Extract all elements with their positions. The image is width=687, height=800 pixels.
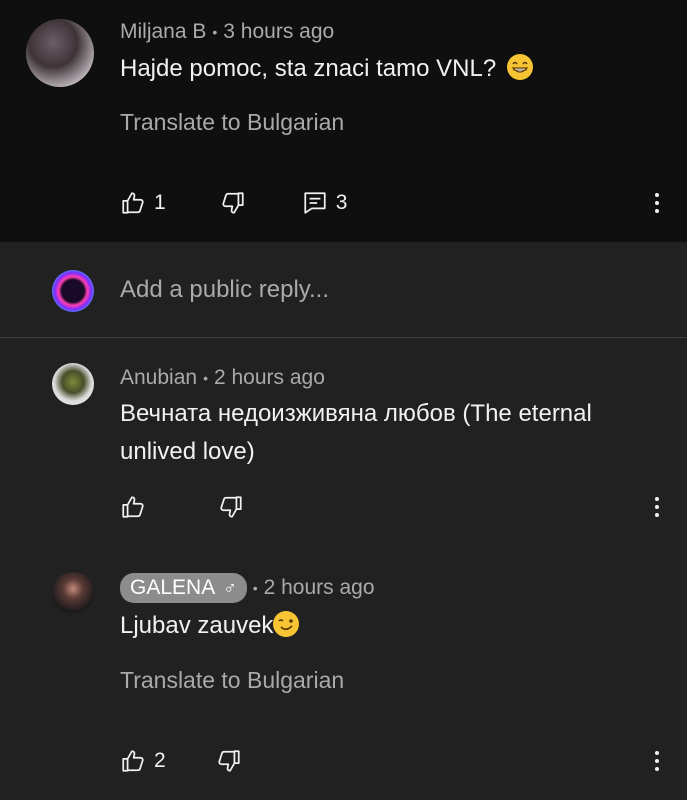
comment-actions: 1 3	[120, 188, 347, 218]
translate-link[interactable]: Translate to Bulgarian	[120, 667, 344, 694]
like-count: 1	[154, 191, 166, 214]
thumb-down-icon	[222, 192, 244, 214]
dislike-button[interactable]	[216, 748, 242, 774]
comment-body-line: unlived love)	[120, 438, 255, 465]
more-vert-icon[interactable]	[647, 746, 667, 776]
user-avatar[interactable]	[52, 270, 94, 312]
more-vert-icon[interactable]	[647, 492, 667, 522]
thumb-up-icon	[122, 750, 144, 772]
comment-body: Ljubav zauvek	[120, 612, 274, 639]
like-button[interactable]	[120, 494, 146, 520]
reply-bar: Add a public reply...	[0, 242, 687, 338]
comment-actions	[120, 492, 244, 522]
avatar[interactable]	[52, 572, 94, 614]
reply-count: 3	[335, 191, 348, 214]
creator-badge[interactable]: GALENA ♂	[120, 573, 247, 603]
avatar[interactable]	[52, 363, 94, 405]
comment-meta: GALENA ♂ • 2 hours ago	[120, 573, 375, 603]
thumb-down-icon	[220, 496, 242, 518]
thumb-down-icon	[218, 750, 240, 772]
like-count: 2	[154, 749, 166, 772]
replies-button[interactable]: 3	[302, 190, 348, 216]
comment-thread: Miljana B • 3 hours ago Hajde pomoc, sta…	[0, 0, 687, 800]
comment-actions: 2	[120, 746, 242, 776]
reply-input[interactable]: Add a public reply...	[120, 276, 329, 304]
timestamp[interactable]: 2 hours ago	[264, 576, 375, 600]
avatar[interactable]	[26, 19, 94, 87]
dislike-button[interactable]	[220, 190, 246, 216]
comment-text: Hajde pomoc, sta znaci tamo VNL?	[120, 50, 533, 88]
timestamp[interactable]: 2 hours ago	[214, 366, 325, 390]
separator-dot: •	[252, 580, 258, 596]
parent-comment: Miljana B • 3 hours ago Hajde pomoc, sta…	[0, 0, 687, 242]
grin-emoji-icon	[506, 54, 533, 80]
author-name[interactable]: Miljana B	[120, 20, 206, 44]
author-name[interactable]: Anubian	[120, 366, 197, 390]
music-note-icon: ♂	[223, 577, 237, 598]
comment-meta: Anubian • 2 hours ago	[120, 366, 325, 390]
separator-dot: •	[212, 24, 218, 40]
more-vert-icon[interactable]	[647, 188, 667, 218]
comment-meta: Miljana B • 3 hours ago	[120, 20, 334, 44]
wink-emoji-icon	[273, 611, 300, 637]
comment-text: Ljubav zauvek	[120, 607, 300, 645]
timestamp[interactable]: 3 hours ago	[223, 20, 334, 44]
thumb-up-icon	[122, 192, 144, 214]
translate-link[interactable]: Translate to Bulgarian	[120, 109, 344, 136]
like-button[interactable]: 1	[120, 190, 166, 216]
separator-dot: •	[203, 370, 208, 386]
like-button[interactable]: 2	[120, 748, 166, 774]
comment-body-line: Вечната недоизживяна любов (The eternal	[120, 400, 592, 427]
comment-body: Hajde pomoc, sta znaci tamo VNL?	[120, 55, 497, 82]
thumb-up-icon	[122, 496, 144, 518]
comment-text: Вечната недоизживяна любов (The eternal …	[120, 395, 592, 471]
dislike-button[interactable]	[218, 494, 244, 520]
comment-icon	[304, 192, 326, 214]
author-name: GALENA	[130, 576, 216, 599]
